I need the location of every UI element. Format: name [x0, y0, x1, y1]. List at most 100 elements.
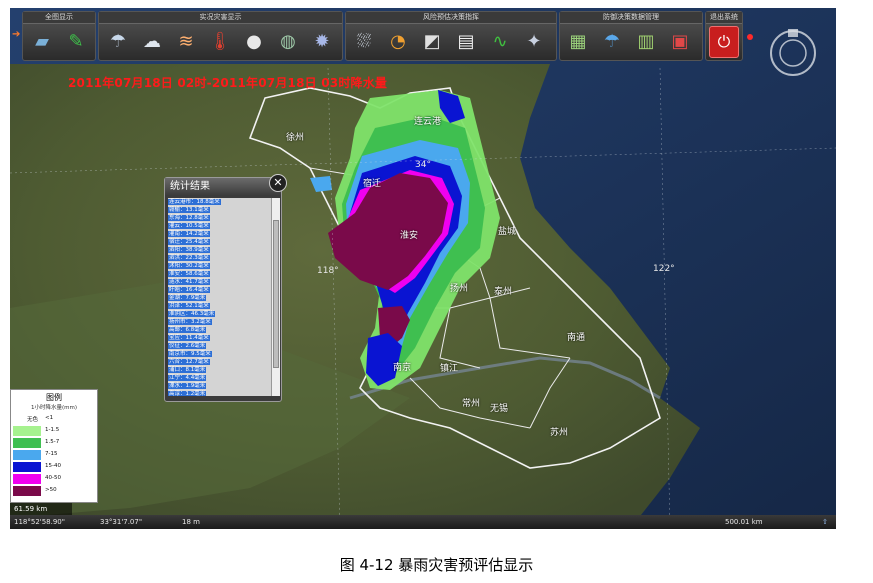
legend-swatch — [13, 438, 41, 448]
stats-row-text: 宿迁：25.4毫米 — [168, 239, 210, 245]
stats-row-text: 连云港市：18.8毫米 — [168, 199, 221, 205]
stats-row[interactable]: 宿迁：25.4毫米 — [168, 238, 271, 246]
weather-station-button[interactable]: ☂ — [103, 26, 133, 58]
legend-item: 7-15 — [13, 450, 97, 460]
stats-row[interactable]: 涟水：41.7毫米 — [168, 278, 271, 286]
legend-swatch — [13, 462, 41, 472]
stats-row-text: 盱眙：16.4毫米 — [168, 287, 210, 293]
stats-list: 连云港市：18.8毫米 赣榆：13.1毫米 东海：12.8毫米 灌云：10.5毫米 灌南… — [168, 198, 271, 396]
legend-label: 1.5-7 — [45, 439, 60, 445]
arrow-icon[interactable]: ➔ — [12, 30, 20, 40]
stats-row[interactable]: 沭阳：30.2毫米 — [168, 262, 271, 270]
ruler-icon: ◩ — [423, 31, 441, 52]
legend-label: <1 — [45, 415, 54, 421]
stats-row-text: 南京市：9.5毫米 — [168, 351, 212, 357]
city-label: 扬州 — [450, 284, 469, 294]
north-arrow-icon[interactable]: ⇧ — [822, 515, 828, 529]
wave-chart-button[interactable]: ∿ — [485, 26, 515, 58]
thermometer-button[interactable]: 🌡 — [205, 26, 235, 58]
hail-button[interactable]: ● — [239, 26, 269, 58]
stats-row-text: 江宁：4.4毫米 — [168, 375, 207, 381]
stats-row[interactable]: 浦口：8.1毫米 — [168, 366, 271, 374]
scrollbar-thumb[interactable] — [273, 220, 279, 368]
storm-button[interactable]: ✹ — [307, 26, 337, 58]
stats-row-text: 浦口：8.1毫米 — [168, 367, 207, 373]
notebook-button[interactable]: ▥ — [631, 26, 661, 58]
umbrella-button[interactable]: ☂ — [597, 26, 627, 58]
stats-row-text: 灌南：14.2毫米 — [168, 231, 210, 237]
legend-item: >50 — [13, 486, 97, 496]
stats-row[interactable]: 仪征：2.6毫米 — [168, 342, 271, 350]
weather-station-icon: ☂ — [109, 31, 127, 52]
stats-row[interactable]: 灌云：10.5毫米 — [168, 222, 271, 230]
pie-chart-button[interactable]: ◔ — [383, 26, 413, 58]
stats-row[interactable]: 洪泽：52.1毫米 — [168, 302, 271, 310]
stats-row[interactable]: 连云港市：18.8毫米 — [168, 198, 271, 206]
legend-title: 图例 — [46, 393, 62, 402]
stats-row[interactable]: 溧水：1.9毫米 — [168, 382, 271, 390]
rain-cloud-button[interactable]: ⛆ — [349, 26, 379, 58]
stats-row[interactable]: 泗阳：38.9毫米 — [168, 246, 271, 254]
document-button[interactable]: ▦ — [563, 26, 593, 58]
close-icon[interactable]: ✕ — [269, 174, 287, 192]
calendar-button[interactable]: ▣ — [665, 26, 695, 58]
stats-row[interactable]: 淮安：58.6毫米 — [168, 270, 271, 278]
terrain-layers-button[interactable]: ▰ — [27, 26, 57, 58]
stats-row-text: 扬州市：3.2毫米 — [168, 319, 212, 325]
stats-row[interactable]: 泗洪：22.3毫米 — [168, 254, 271, 262]
stats-row[interactable]: 高淳：1.2毫米 — [168, 390, 271, 396]
legend-item: 40-50 — [13, 474, 97, 484]
document-icon: ▦ — [569, 31, 587, 52]
exit-button[interactable]: ⏻ — [709, 26, 739, 58]
toolbar-group-data-management: 防御决策数据管理 ▦ ☂ ▥ ▣ — [559, 11, 703, 61]
stats-row[interactable]: 六合：12.7毫米 — [168, 358, 271, 366]
ruler-button[interactable]: ◩ — [417, 26, 447, 58]
lat-label: 34° — [415, 160, 431, 170]
stats-row[interactable]: 金湖：7.9毫米 — [168, 294, 271, 302]
wind-button[interactable]: ≋ — [171, 26, 201, 58]
stats-row[interactable]: 南京市：9.5毫米 — [168, 350, 271, 358]
wind-icon: ≋ — [178, 31, 194, 52]
stats-panel: 统计结果 ✕ 连云港市：18.8毫米 赣榆：13.1毫米 东海：12.8毫米 灌云：1… — [164, 174, 287, 402]
satellite-icon: ✦ — [526, 31, 542, 52]
toolbar-group-risk-command: 风险预估决策指挥 ⛆ ◔ ◩ ▤ ∿ ✦ — [345, 11, 557, 61]
power-icon: ⏻ — [717, 32, 731, 51]
storm-icon: ✹ — [314, 31, 330, 52]
satellite-button[interactable]: ✦ — [519, 26, 549, 58]
lon-label: 122° — [653, 264, 675, 274]
stats-row[interactable]: 宝应：11.4毫米 — [168, 334, 271, 342]
lon-label: 118° — [317, 266, 339, 276]
legend-item: 1.5-7 — [13, 438, 97, 448]
city-label: 无锡 — [490, 404, 509, 414]
cloud-button[interactable]: ☁ — [137, 26, 167, 58]
stats-row-text: 高淳：1.2毫米 — [168, 391, 207, 396]
toolbar-group-title: 全图显示 — [23, 12, 95, 24]
hail-icon: ● — [246, 31, 262, 52]
cloud-icon: ☁ — [143, 31, 161, 52]
wave-chart-icon: ∿ — [492, 31, 508, 52]
status-bar: 118°52'58.90" 33°31'7.07" 18 m 500.01 km… — [10, 515, 836, 529]
stats-row[interactable]: 赣榆：13.1毫米 — [168, 206, 271, 214]
stats-row[interactable]: 淮阴区：46.3毫米 — [168, 310, 271, 318]
stats-row[interactable]: 扬州市：3.2毫米 — [168, 318, 271, 326]
stats-scrollbar[interactable] — [271, 198, 280, 396]
paper-icon: ▤ — [457, 31, 475, 52]
stats-row[interactable]: 江宁：4.4毫米 — [168, 374, 271, 382]
paper-button[interactable]: ▤ — [451, 26, 481, 58]
status-dot — [747, 34, 753, 40]
globe-button[interactable]: ◍ — [273, 26, 303, 58]
stats-row-text: 溧水：1.9毫米 — [168, 383, 207, 389]
pie-chart-icon: ◔ — [390, 31, 406, 52]
city-label: 常州 — [462, 399, 481, 409]
stats-row[interactable]: 东海：12.8毫米 — [168, 214, 271, 222]
city-label: 淮安 — [400, 231, 419, 241]
green-tool-button[interactable]: ✎ — [61, 26, 91, 58]
legend-label: >50 — [45, 487, 57, 493]
stats-row-text: 泗阳：38.9毫米 — [168, 247, 210, 253]
stats-row[interactable]: 盱眙：16.4毫米 — [168, 286, 271, 294]
stats-row[interactable]: 灌南：14.2毫米 — [168, 230, 271, 238]
city-label: 苏州 — [550, 428, 569, 438]
legend-swatch — [13, 474, 41, 484]
stats-row[interactable]: 高邮：6.8毫米 — [168, 326, 271, 334]
toolbar-group-title: 防御决策数据管理 — [560, 12, 702, 24]
